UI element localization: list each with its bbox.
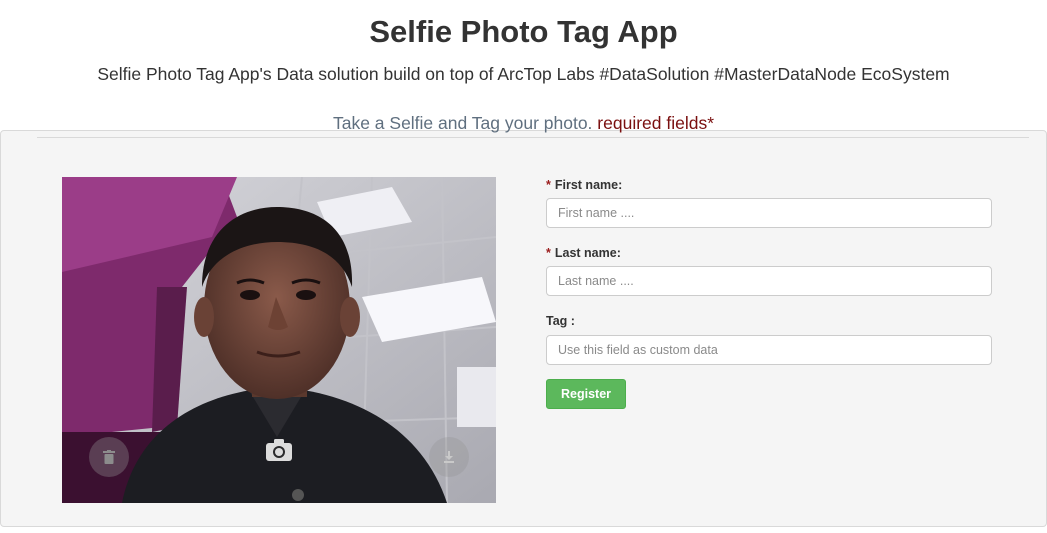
first-name-label: * First name: bbox=[546, 178, 622, 192]
download-photo-button[interactable] bbox=[429, 437, 469, 477]
panel-caption: Take a Selfie and Tag your photo. requir… bbox=[0, 113, 1047, 134]
page-title: Selfie Photo Tag App bbox=[369, 14, 678, 49]
trash-icon bbox=[103, 450, 115, 464]
first-name-input[interactable] bbox=[546, 198, 992, 228]
last-name-label: * Last name: bbox=[546, 246, 621, 260]
delete-photo-button[interactable] bbox=[89, 437, 129, 477]
tag-label: Tag : bbox=[546, 314, 575, 328]
capture-photo-button[interactable] bbox=[262, 435, 296, 465]
last-name-input[interactable] bbox=[546, 266, 992, 296]
panel-caption-text: Take a Selfie and Tag your photo. bbox=[332, 113, 593, 133]
download-icon bbox=[444, 451, 454, 463]
camera-preview bbox=[62, 177, 496, 503]
required-star: * bbox=[546, 178, 551, 192]
tag-input[interactable] bbox=[546, 335, 992, 365]
required-star: * bbox=[546, 246, 551, 260]
required-fields-note: required fields* bbox=[597, 113, 715, 133]
page-subtitle: Selfie Photo Tag App's Data solution bui… bbox=[97, 64, 950, 84]
camera-icon bbox=[266, 439, 292, 461]
first-name-label-text: First name: bbox=[554, 178, 623, 192]
register-button[interactable]: Register bbox=[546, 379, 627, 409]
last-name-label-text: Last name: bbox=[554, 246, 621, 260]
